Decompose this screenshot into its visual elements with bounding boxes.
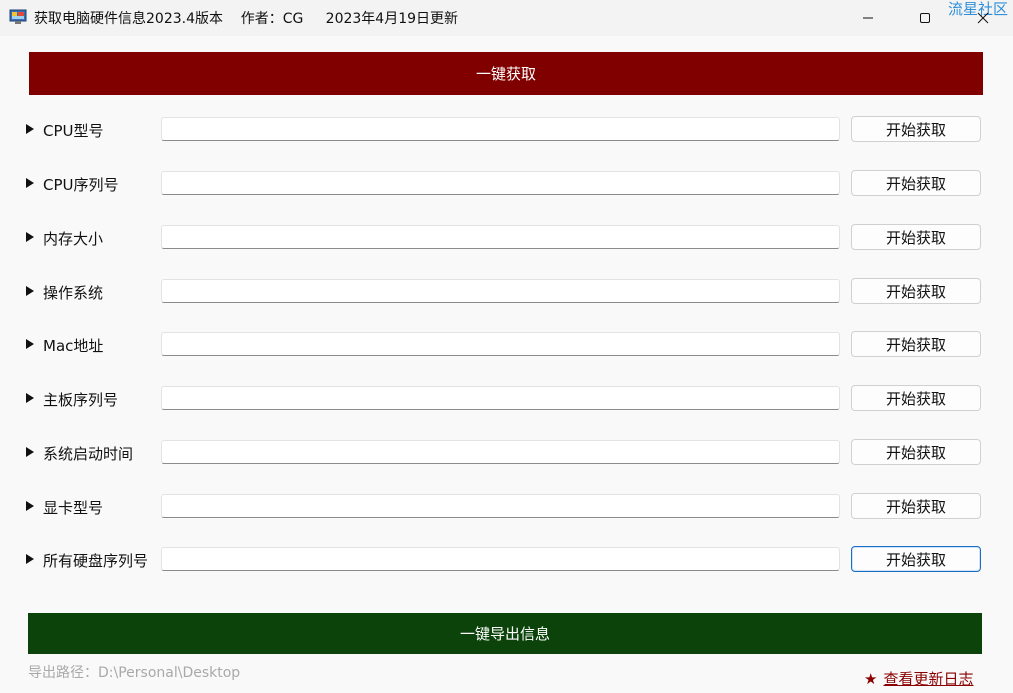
close-icon (977, 12, 989, 24)
field-label-gpu-model: 显卡型号 (43, 499, 104, 517)
disk-serials-field[interactable] (161, 547, 840, 571)
row-marker-icon (26, 232, 34, 242)
field-row-board-serial: 主板序列号 开始获取 (0, 385, 1013, 412)
changelog-link[interactable]: ★ 查看更新日志 (864, 668, 973, 689)
field-row-cpu-model: CPU型号 开始获取 (0, 116, 1013, 143)
title-bar[interactable]: 获取电脑硬件信息2023.4版本 作者：CG 2023年4月19日更新 流星社区 (0, 0, 1013, 36)
cpu-model-field[interactable] (161, 117, 840, 141)
fetch-board-serial-button[interactable]: 开始获取 (851, 385, 981, 411)
row-marker-icon (26, 124, 34, 134)
fetch-disk-serials-button[interactable]: 开始获取 (851, 546, 981, 572)
row-marker-icon (26, 501, 34, 511)
fetch-mac-address-button[interactable]: 开始获取 (851, 331, 981, 357)
field-label-os: 操作系统 (43, 284, 104, 302)
changelog-link-label[interactable]: 查看更新日志 (883, 670, 973, 688)
export-all-button[interactable]: 一键导出信息 (28, 613, 982, 654)
board-serial-field[interactable] (161, 386, 840, 410)
fetch-cpu-model-button[interactable]: 开始获取 (851, 116, 981, 142)
memory-size-field[interactable] (161, 225, 840, 249)
field-row-mac-address: Mac地址 开始获取 (0, 331, 1013, 358)
fetch-os-button[interactable]: 开始获取 (851, 278, 981, 304)
mac-address-field[interactable] (161, 332, 840, 356)
row-marker-icon (26, 554, 34, 564)
field-label-mac-address: Mac地址 (43, 337, 104, 355)
gpu-model-field[interactable] (161, 494, 840, 518)
field-row-disk-serials: 所有硬盘序列号 开始获取 (0, 546, 1013, 573)
field-row-boot-time: 系统启动时间 开始获取 (0, 439, 1013, 466)
export-path-label: 导出路径：D:\Personal\Desktop (28, 665, 241, 681)
minimize-button[interactable] (840, 0, 896, 36)
field-label-disk-serials: 所有硬盘序列号 (43, 552, 149, 570)
fetch-all-button[interactable]: 一键获取 (29, 52, 983, 95)
row-marker-icon (26, 286, 34, 296)
row-marker-icon (26, 393, 34, 403)
window-title: 获取电脑硬件信息2023.4版本 作者：CG 2023年4月19日更新 (34, 11, 459, 27)
app-icon (9, 8, 27, 26)
row-marker-icon (26, 339, 34, 349)
row-marker-icon (26, 178, 34, 188)
os-field[interactable] (161, 279, 840, 303)
boot-time-field[interactable] (161, 440, 840, 464)
fetch-memory-size-button[interactable]: 开始获取 (851, 224, 981, 250)
maximize-icon (920, 13, 930, 23)
field-label-boot-time: 系统启动时间 (43, 445, 134, 463)
field-label-board-serial: 主板序列号 (43, 391, 119, 409)
close-button[interactable] (955, 0, 1011, 36)
row-marker-icon (26, 447, 34, 457)
fetch-boot-time-button[interactable]: 开始获取 (851, 439, 981, 465)
field-label-cpu-serial: CPU序列号 (43, 176, 119, 194)
field-row-gpu-model: 显卡型号 开始获取 (0, 493, 1013, 520)
field-row-memory-size: 内存大小 开始获取 (0, 224, 1013, 251)
star-icon: ★ (864, 670, 878, 688)
cpu-serial-field[interactable] (161, 171, 840, 195)
field-row-os: 操作系统 开始获取 (0, 278, 1013, 305)
field-label-memory-size: 内存大小 (43, 230, 104, 248)
fetch-cpu-serial-button[interactable]: 开始获取 (851, 170, 981, 196)
field-label-cpu-model: CPU型号 (43, 122, 104, 140)
fetch-gpu-model-button[interactable]: 开始获取 (851, 493, 981, 519)
maximize-button[interactable] (897, 0, 953, 36)
minimize-icon (863, 17, 873, 19)
field-row-cpu-serial: CPU序列号 开始获取 (0, 170, 1013, 197)
